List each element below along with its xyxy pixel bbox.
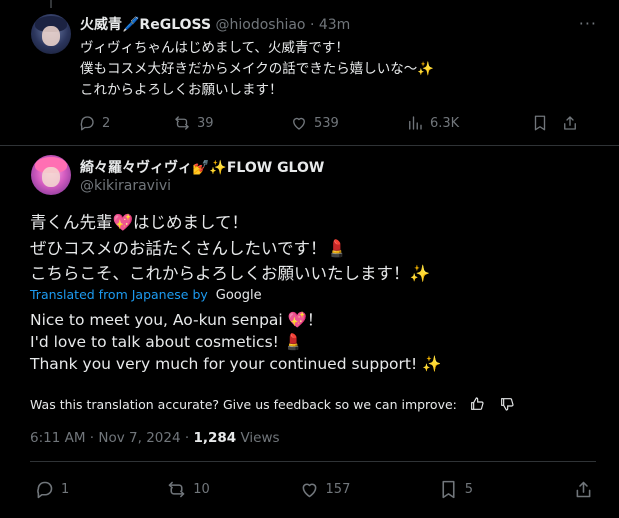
meta-separator: ·: [89, 430, 95, 446]
post-date[interactable]: Nov 7, 2024: [98, 430, 180, 446]
parent-action-bar: 2 39 539 6.3K: [78, 114, 598, 132]
parent-time[interactable]: 43m: [319, 17, 350, 33]
bookmark-icon: [534, 115, 546, 131]
reply-icon: [37, 481, 53, 499]
reply-button[interactable]: 1: [34, 479, 166, 500]
repost-button[interactable]: 10: [166, 479, 298, 500]
share-icon: [576, 481, 591, 498]
translation-attribution: Translated from Japanese by Google: [30, 287, 262, 303]
main-tweet-text: 青くん先輩💖はじめまして！ ぜひコスメのお話たくさんしたいです！💄 こちらこそ、…: [30, 213, 431, 283]
thumbs-up-icon[interactable]: [469, 396, 485, 412]
repost-icon: [168, 481, 185, 498]
bookmark-icon: [442, 480, 455, 499]
meta-separator: ·: [184, 430, 190, 446]
parent-avatar[interactable]: [31, 14, 71, 54]
thumbs-down-icon[interactable]: [499, 396, 515, 412]
like-count: 157: [325, 482, 351, 497]
heart-icon: [302, 483, 316, 498]
repost-count: 10: [193, 482, 210, 497]
main-avatar[interactable]: [31, 155, 71, 195]
bookmark-count: 5: [464, 482, 474, 497]
main-display-name[interactable]: 綺々羅々ヴィヴィ💅✨FLOW GLOW: [80, 157, 324, 177]
bookmark-button[interactable]: 5: [438, 479, 573, 500]
divider-top: [30, 461, 596, 462]
reply-count: 2: [102, 115, 111, 131]
avatar-face: [42, 26, 60, 46]
feedback-prompt: Was this translation accurate? Give us f…: [30, 396, 457, 412]
share-button[interactable]: [573, 479, 594, 500]
post-views-count: 1,284: [193, 430, 237, 446]
parent-handle[interactable]: @hiodoshiao: [216, 17, 306, 33]
like-count: 539: [314, 115, 339, 131]
repost-count: 39: [197, 115, 214, 131]
repost-icon: [175, 116, 189, 130]
parent-display-name[interactable]: 火威青🖊️ReGLOSS: [80, 17, 211, 33]
heart-icon: [293, 117, 305, 130]
share-button[interactable]: [561, 114, 579, 132]
translated-label: Translated from Japanese by: [30, 287, 208, 302]
post-time[interactable]: 6:11 AM: [30, 430, 86, 446]
analytics-icon: [409, 116, 422, 130]
avatar-face: [42, 167, 60, 187]
reply-count: 1: [61, 482, 70, 497]
tweet-metadata: 6:11 AM · Nov 7, 2024 · 1,284 Views: [30, 430, 280, 446]
like-button[interactable]: 157: [299, 479, 438, 500]
repost-button[interactable]: 39: [173, 114, 290, 132]
views-button[interactable]: 6.3K: [406, 114, 531, 132]
parent-tweet-text: ヴィヴィちゃんはじめまして、火威青です！ 僕もコスメ大好きだからメイクの話できた…: [80, 40, 435, 98]
translated-text: Nice to meet you, Ao-kun senpai 💖！ I'd l…: [30, 311, 442, 373]
views-count: 6.3K: [430, 115, 460, 131]
like-button[interactable]: 539: [290, 114, 406, 132]
main-handle[interactable]: @kikiraravivi: [80, 178, 171, 194]
reply-button[interactable]: 2: [78, 114, 173, 132]
share-icon: [564, 116, 576, 130]
reply-icon: [80, 116, 94, 131]
post-views-label: Views: [240, 430, 280, 446]
translation-feedback: Was this translation accurate? Give us f…: [30, 396, 515, 412]
main-action-bar: 1 10 157 5: [34, 479, 594, 500]
bookmark-button[interactable]: [531, 114, 561, 132]
parent-header: 火威青🖊️ReGLOSS @hiodoshiao · 43m: [80, 14, 350, 34]
time-separator: ·: [309, 17, 315, 33]
more-options-icon[interactable]: ···: [579, 14, 597, 33]
google-logo: Google: [215, 288, 262, 303]
parent-tweet[interactable]: 火威青🖊️ReGLOSS @hiodoshiao · 43m ··· ヴィヴィち…: [0, 0, 619, 146]
